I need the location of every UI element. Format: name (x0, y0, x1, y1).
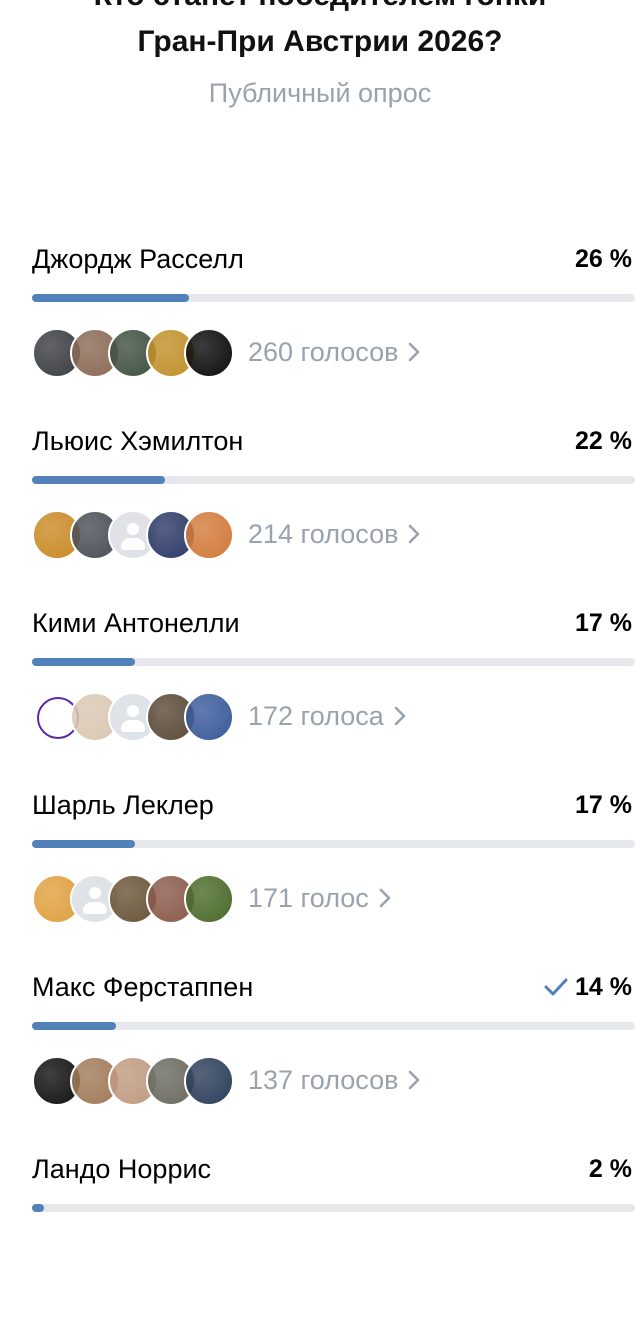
votes-count-link[interactable]: 214 голосов (248, 517, 420, 551)
progress-track (32, 294, 635, 302)
poll-option[interactable]: Кими Антонелли 17 % 172 голоса (0, 606, 640, 788)
voters-row[interactable]: 214 голосов (32, 510, 420, 560)
option-percent: 2 % (589, 1152, 632, 1186)
option-percent-label: 22 % (575, 427, 632, 455)
poll-title-line1: Кто станет победителем гонки (0, 0, 640, 14)
option-name: Макс Ферстаппен (32, 972, 254, 1002)
option-percent: 22 % (575, 424, 632, 458)
check-icon (544, 978, 568, 996)
poll-option[interactable]: Макс Ферстаппен 14 % 137 голосов (0, 970, 640, 1152)
poll-option[interactable]: Льюис Хэмилтон 22 % 214 голосов (0, 424, 640, 606)
voter-avatars (32, 692, 234, 742)
progress-track (32, 658, 635, 666)
chevron-right-icon (394, 706, 406, 726)
avatar (184, 874, 234, 924)
voter-avatars (32, 328, 234, 378)
votes-count: 214 голосов (248, 519, 399, 549)
avatar (184, 1056, 234, 1106)
progress-fill (32, 840, 135, 848)
option-percent-label: 14 % (575, 973, 632, 1001)
poll-option[interactable]: Ландо Норрис 2 % (0, 1152, 640, 1334)
option-percent: 17 % (575, 788, 632, 822)
chevron-right-icon (409, 524, 420, 544)
option-percent: 14 % (543, 970, 632, 1004)
option-percent-label: 17 % (575, 791, 632, 819)
poll-option[interactable]: Шарль Леклер 17 % 171 голос (0, 788, 640, 970)
votes-count: 172 голоса (248, 701, 384, 731)
option-percent-label: 26 % (575, 245, 632, 273)
avatar (184, 692, 234, 742)
poll-title-line2: Гран-При Австрии 2026? (137, 25, 503, 58)
voter-avatars (32, 874, 234, 924)
chevron-right-icon (379, 888, 391, 908)
chevron-right-icon (409, 1070, 420, 1090)
poll-type-label: Публичный опрос (208, 78, 432, 108)
progress-fill (32, 1022, 116, 1030)
votes-count-link[interactable]: 137 голосов (248, 1063, 420, 1097)
voters-row[interactable]: 137 голосов (32, 1056, 420, 1106)
option-name: Ландо Норрис (32, 1154, 212, 1184)
votes-count-link[interactable]: 260 голосов (248, 335, 420, 369)
option-name: Шарль Леклер (32, 790, 214, 820)
poll-option[interactable]: Джордж Расселл 26 % 260 голосов (0, 242, 640, 424)
votes-count: 137 голосов (248, 1065, 399, 1095)
avatar (184, 510, 234, 560)
voters-row[interactable]: 260 голосов (32, 328, 420, 378)
option-percent: 26 % (575, 242, 632, 276)
option-name: Льюис Хэмилтон (32, 426, 244, 456)
votes-count-link[interactable]: 171 голос (248, 881, 391, 915)
progress-fill (32, 658, 135, 666)
progress-fill (32, 476, 165, 484)
votes-count-link[interactable]: 172 голоса (248, 699, 406, 733)
voter-avatars (32, 1056, 234, 1106)
option-name: Кими Антонелли (32, 608, 240, 638)
voter-avatars (32, 510, 234, 560)
chevron-right-icon (409, 342, 420, 362)
voters-row[interactable]: 171 голос (32, 874, 391, 924)
option-name: Джордж Расселл (32, 244, 244, 274)
avatar (184, 328, 234, 378)
progress-track (32, 476, 635, 484)
option-percent-label: 17 % (575, 609, 632, 637)
progress-fill (32, 1204, 44, 1212)
option-percent: 17 % (575, 606, 632, 640)
progress-fill (32, 294, 189, 302)
votes-count: 171 голос (248, 883, 369, 913)
progress-track (32, 840, 635, 848)
progress-track (32, 1204, 635, 1212)
votes-count: 260 голосов (248, 337, 399, 367)
voters-row[interactable]: 172 голоса (32, 692, 406, 742)
option-percent-label: 2 % (588, 1155, 632, 1183)
progress-track (32, 1022, 635, 1030)
